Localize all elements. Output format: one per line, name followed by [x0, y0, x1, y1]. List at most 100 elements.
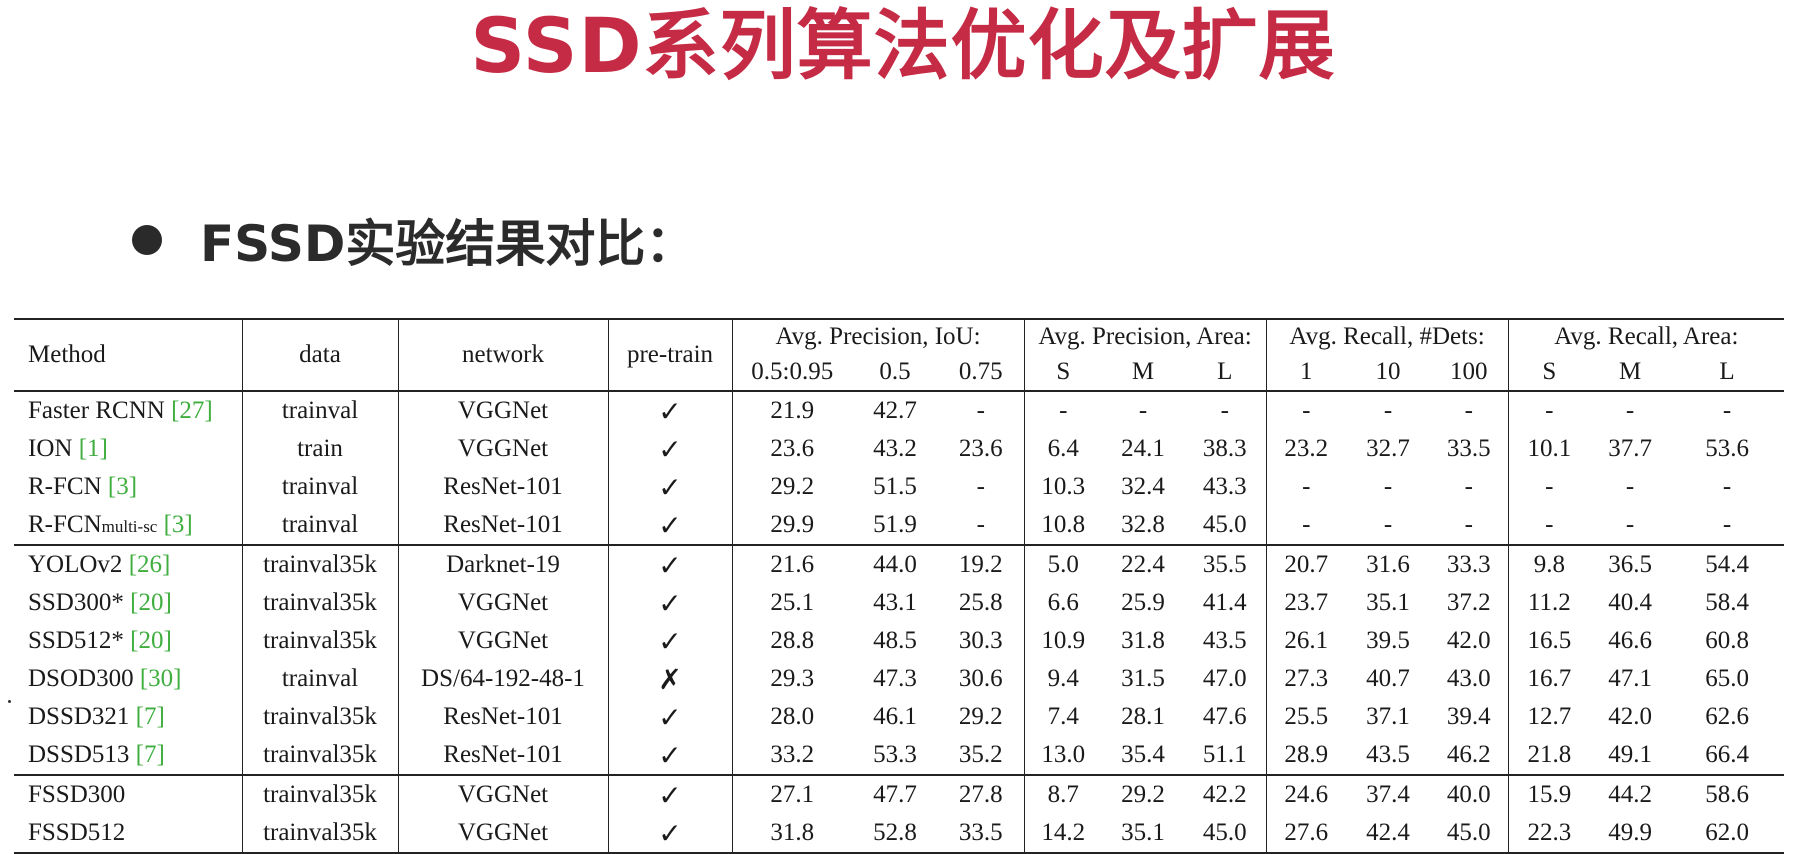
metric-cell: -: [976, 473, 985, 500]
metric-cell: 53.6: [1705, 435, 1749, 462]
pretrain-cell: ✓: [607, 622, 732, 660]
pretrain-cell: ✓: [607, 468, 732, 506]
method-name: DSSD513: [28, 741, 136, 768]
pretrain-cell: ✗: [607, 660, 732, 698]
metric-cell: 30.3: [958, 627, 1003, 654]
data-cell: trainval35k: [241, 584, 398, 622]
metric-cell: 13.0: [1023, 736, 1103, 775]
subheader-cell: 1: [1265, 354, 1347, 391]
method-cell: R-FCNmulti-sc [3]: [14, 506, 242, 545]
table-row: FSSD300 trainval35k VGGNet ✓ 27.1 47.7 27.8 8.7…: [14, 774, 1785, 814]
metric-cell: 32.8: [1121, 511, 1165, 538]
metric-cell: 45.0: [1430, 814, 1509, 854]
subheader-cell: M: [1131, 358, 1155, 385]
metric-cell: 24.6: [1265, 774, 1347, 814]
bullet-heading: FSSD实验结果对比：: [132, 205, 695, 275]
method-cell: FSSD512: [14, 814, 242, 854]
reference-link[interactable]: [30]: [140, 665, 182, 692]
table-row: FSSD512 trainval35k VGGNet ✓ 31.8 52.8 33.5 14.…: [14, 814, 1785, 854]
metric-cell: -: [1383, 511, 1393, 538]
table-row: DSOD300 [30] trainval DS/64-192-48-1 ✗ 29.3 4…: [14, 660, 1784, 698]
method-name: DSOD300: [28, 665, 140, 692]
data-cell: trainval35k: [241, 622, 398, 660]
subheader-cell: M: [1618, 358, 1642, 385]
subheader-cell: 0.75: [958, 358, 1003, 385]
metric-cell: -: [1464, 511, 1473, 538]
metric-cell: 39.5: [1366, 627, 1410, 654]
metric-cell: -: [1265, 506, 1347, 545]
pretrain-cell: ✓: [607, 814, 732, 854]
metric-cell: 46.6: [1608, 627, 1652, 654]
data-cell: trainval35k: [241, 544, 398, 584]
table-row: ION [1] train VGGNet ✓ 23.6 43.2 23.6 6.4 24.1 38…: [14, 430, 1784, 468]
metric-cell: -: [1507, 468, 1591, 506]
metric-cell: 37.2: [1446, 589, 1491, 616]
metric-cell: 22.3: [1507, 814, 1591, 854]
metric-cell: 26.1: [1265, 622, 1347, 660]
header-group-ap-iou: Avg. Precision, IoU:: [731, 319, 1025, 354]
metric-cell: 35.5: [1184, 544, 1267, 584]
metric-cell: 49.1: [1608, 741, 1652, 768]
reference-link[interactable]: [3]: [164, 511, 193, 538]
table-row: R-FCNmulti-sc [3] trainval ResNet-101 ✓ 29.9…: [14, 506, 1784, 545]
reference-link[interactable]: [3]: [108, 473, 137, 500]
reference-link[interactable]: [20]: [130, 589, 172, 616]
metric-cell: 27.8: [938, 774, 1025, 814]
metric-cell: 31.8: [731, 814, 852, 854]
metric-cell: 16.5: [1507, 622, 1591, 660]
metric-cell: 21.9: [731, 391, 852, 430]
method-cell: DSOD300 [30]: [14, 660, 242, 698]
metric-cell: 6.4: [1023, 430, 1103, 468]
metric-cell: 36.5: [1590, 544, 1671, 584]
data-cell: trainval35k: [241, 814, 398, 854]
metric-cell: 45.0: [1184, 814, 1267, 854]
metric-cell: 7.4: [1023, 698, 1103, 736]
pretrain-cell: ✓: [607, 506, 732, 545]
metric-cell: 10.9: [1023, 622, 1103, 660]
metric-cell: 32.4: [1121, 473, 1165, 500]
metric-cell: 47.1: [1608, 665, 1652, 692]
metric-cell: 38.3: [1202, 435, 1247, 462]
method-name: SSD512*: [28, 627, 131, 654]
metric-cell: 58.6: [1670, 774, 1785, 814]
network-cell: ResNet-101: [397, 506, 608, 545]
metric-cell: 42.0: [1608, 703, 1652, 730]
reference-link[interactable]: [20]: [130, 627, 172, 654]
metric-cell: 10.3: [1023, 468, 1103, 506]
metric-cell: 42.4: [1346, 814, 1431, 854]
reference-link[interactable]: [7]: [136, 703, 165, 730]
network-cell: ResNet-101: [397, 698, 608, 736]
metric-cell: 29.3: [731, 660, 852, 698]
reference-link[interactable]: [1]: [79, 435, 108, 462]
table-row: DSSD321 [7] trainval35k ResNet-101 ✓ 28.0 46.…: [14, 698, 1784, 736]
metric-cell: 27.1: [731, 774, 852, 814]
metric-cell: -: [1220, 397, 1229, 424]
metric-cell: 42.0: [1446, 627, 1491, 654]
metric-cell: 58.4: [1705, 589, 1749, 616]
method-cell: Faster RCNN [27]: [14, 391, 242, 430]
metric-cell: -: [1722, 473, 1732, 500]
metric-cell: -: [1625, 397, 1635, 424]
metric-cell: 28.8: [731, 622, 852, 660]
subheader-cell: S: [1507, 354, 1591, 391]
metric-cell: 33.3: [1430, 544, 1509, 584]
metric-cell: 43.5: [1366, 741, 1410, 768]
metric-cell: 43.3: [1202, 473, 1247, 500]
reference-link[interactable]: [26]: [129, 551, 171, 578]
table-row: DSSD513 [7] trainval35k ResNet-101 ✓ 33.2 53.…: [14, 736, 1784, 775]
network-cell: Darknet-19: [397, 544, 608, 584]
header-group-ar-dets: Avg. Recall, #Dets:: [1265, 319, 1509, 354]
method-name: R-FCN: [28, 511, 102, 538]
reference-link[interactable]: [7]: [136, 741, 165, 768]
metric-cell: 40.0: [1430, 774, 1509, 814]
pretrain-cell: ✓: [607, 774, 732, 814]
method-cell: R-FCN [3]: [14, 468, 242, 506]
metric-cell: 51.1: [1202, 741, 1247, 768]
network-cell: VGGNet: [397, 391, 608, 430]
subheader-cell: L: [1217, 358, 1233, 385]
metric-cell: 31.6: [1346, 544, 1431, 584]
metric-cell: 44.2: [1590, 774, 1671, 814]
metric-cell: 15.9: [1507, 774, 1591, 814]
header-group-ar-area: Avg. Recall, Area:: [1507, 319, 1785, 354]
reference-link[interactable]: [27]: [171, 397, 213, 424]
